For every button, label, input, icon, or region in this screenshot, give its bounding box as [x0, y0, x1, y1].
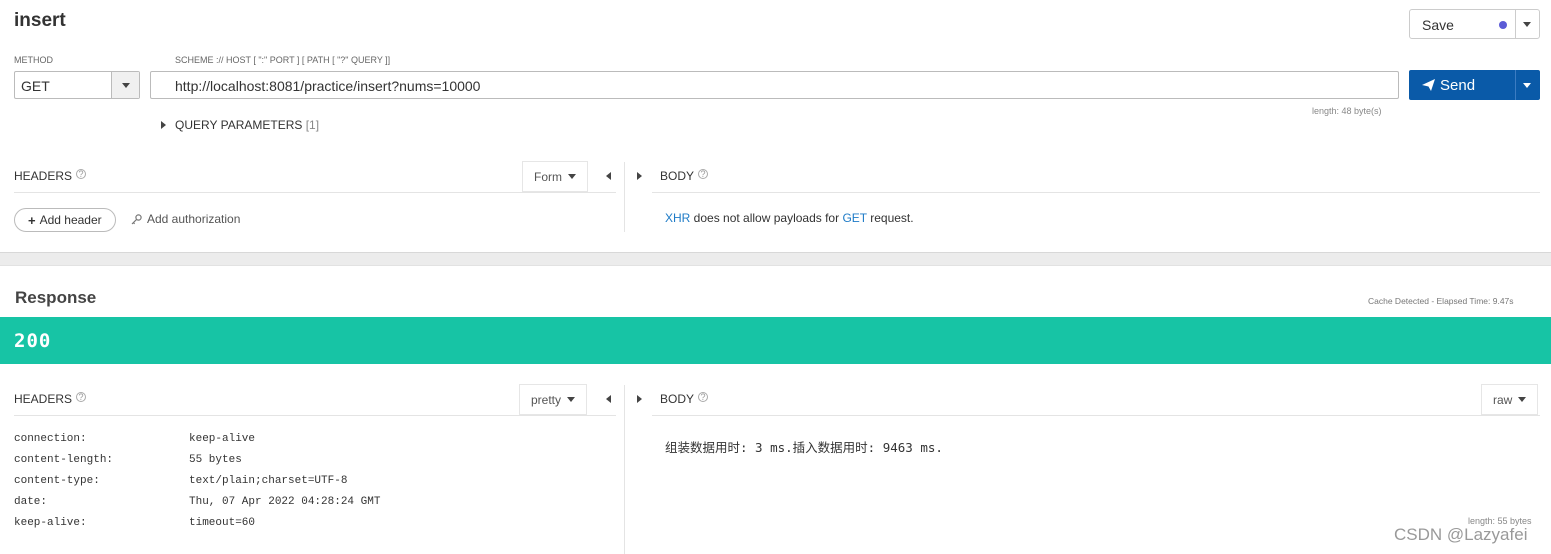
header-row: keep-alive:: [14, 517, 87, 529]
panel-divider: [624, 385, 625, 554]
xhr-link[interactable]: XHR: [665, 211, 690, 225]
header-row: date:: [14, 496, 48, 508]
method-value: GET: [21, 78, 50, 94]
divider: [14, 192, 616, 193]
send-button-label: Send: [1440, 77, 1476, 94]
section-separator: [0, 252, 1551, 266]
help-icon[interactable]: ?: [76, 392, 87, 402]
header-value: text/plain;charset=UTF-8: [189, 475, 348, 487]
save-button[interactable]: Save: [1409, 9, 1540, 39]
query-parameters-label: QUERY PARAMETERS [1]: [175, 118, 320, 132]
get-link[interactable]: GET: [842, 211, 866, 225]
save-button-label: Save: [1422, 17, 1454, 33]
response-headers-title: HEADERS?: [14, 392, 87, 406]
chevron-down-icon: [1518, 397, 1527, 402]
unsaved-dot-icon: [1499, 21, 1507, 29]
save-options-chevron-down-icon[interactable]: [1523, 22, 1531, 27]
url-value: http://localhost:8081/practice/insert?nu…: [175, 78, 481, 94]
request-title: insert: [14, 10, 66, 31]
plus-icon: +: [28, 212, 36, 228]
status-code: 200: [14, 330, 52, 352]
request-headers-title: HEADERS?: [14, 169, 87, 183]
chevron-down-icon: [568, 174, 576, 179]
help-icon[interactable]: ?: [698, 169, 709, 179]
method-label: METHOD: [14, 55, 53, 65]
url-length: length: 48 byte(s): [1312, 106, 1382, 116]
headers-mode-select[interactable]: Form: [522, 161, 588, 192]
header-row: content-type:: [14, 475, 100, 487]
watermark: CSDN @Lazyafei: [1394, 525, 1528, 544]
expand-arrow-icon: [161, 121, 166, 129]
method-dropdown-button[interactable]: [111, 72, 139, 98]
header-row: connection:: [14, 433, 87, 445]
divider: [652, 192, 1540, 193]
send-options-chevron-down-icon[interactable]: [1523, 83, 1531, 88]
expand-right-arrow-icon[interactable]: [637, 395, 642, 403]
panel-divider: [624, 162, 625, 232]
response-headers-mode-select[interactable]: pretty: [519, 384, 588, 415]
url-input[interactable]: http://localhost:8081/practice/insert?nu…: [150, 71, 1399, 99]
request-body-title: BODY?: [660, 169, 709, 183]
response-body-mode-value: raw: [1493, 392, 1513, 407]
chevron-down-icon: [567, 397, 576, 402]
status-bar: 200: [0, 317, 1551, 364]
response-meta: Cache Detected - Elapsed Time: 9.47s: [1368, 296, 1514, 306]
response-title: Response: [15, 288, 97, 307]
header-value: keep-alive: [189, 433, 256, 445]
query-parameters-toggle[interactable]: QUERY PARAMETERS [1]: [161, 118, 319, 132]
response-body-title: BODY?: [660, 392, 709, 406]
help-icon[interactable]: ?: [698, 392, 709, 402]
method-select[interactable]: GET: [14, 71, 140, 99]
add-authorization-button[interactable]: Add authorization: [131, 212, 240, 226]
add-header-button[interactable]: + Add header: [14, 208, 116, 232]
header-row: content-length:: [14, 454, 114, 466]
divider: [14, 415, 616, 416]
header-value: timeout=60: [189, 517, 256, 529]
body-not-allowed-message: XHR does not allow payloads for GET requ…: [665, 211, 914, 225]
collapse-left-arrow-icon[interactable]: [606, 395, 611, 403]
add-authorization-label: Add authorization: [147, 212, 241, 226]
query-parameters-count: [1]: [305, 118, 320, 132]
add-header-label: Add header: [39, 213, 102, 227]
paper-plane-icon: [1422, 79, 1435, 91]
expand-right-arrow-icon[interactable]: [637, 172, 642, 180]
header-value: Thu, 07 Apr 2022 04:28:24 GMT: [189, 496, 381, 508]
response-body-text: 组装数据用时: 3 ms.插入数据用时: 9463 ms.: [665, 440, 943, 455]
key-icon: [131, 213, 142, 224]
header-value: 55 bytes: [189, 454, 242, 466]
save-divider: [1515, 10, 1516, 38]
send-divider: [1515, 70, 1516, 100]
divider: [652, 415, 1540, 416]
collapse-left-arrow-icon[interactable]: [606, 172, 611, 180]
help-icon[interactable]: ?: [76, 169, 87, 179]
response-headers-mode-value: pretty: [531, 392, 562, 407]
response-body-mode-select[interactable]: raw: [1481, 384, 1539, 415]
chevron-down-icon: [122, 83, 130, 88]
send-button[interactable]: Send: [1409, 70, 1540, 100]
headers-mode-value: Form: [534, 169, 562, 184]
url-label: SCHEME :// HOST [ ":" PORT ] [ PATH [ "?…: [175, 55, 391, 65]
